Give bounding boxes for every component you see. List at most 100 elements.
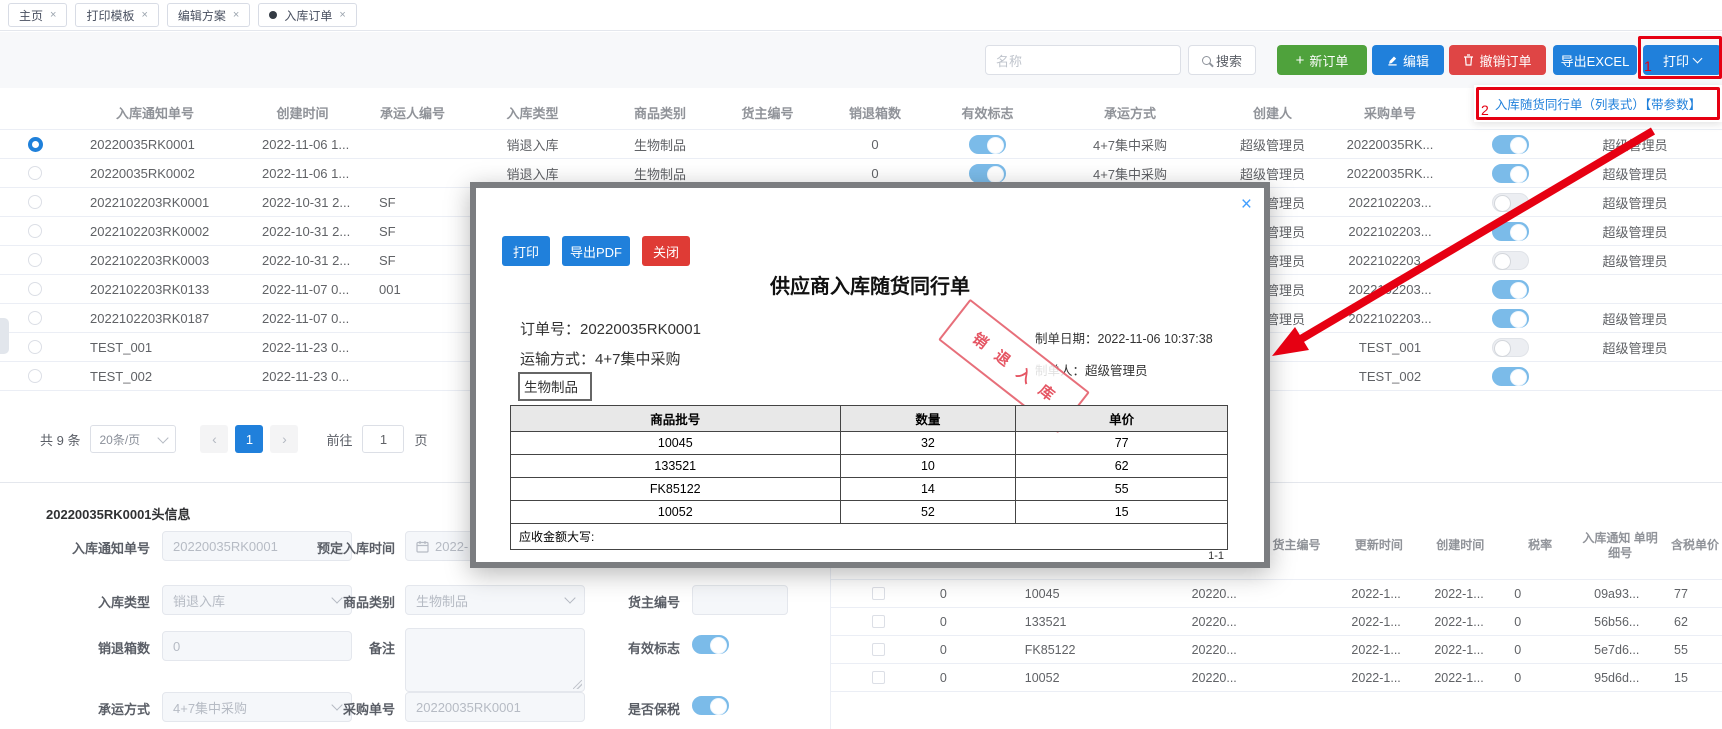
detail-cell: 2022-1... — [1434, 586, 1484, 601]
print-button[interactable]: 打印 — [1643, 45, 1721, 75]
orders-cell: 超级管理员 — [1602, 340, 1668, 356]
detail-cell: 62 — [1674, 614, 1688, 629]
flag-toggle[interactable] — [1491, 221, 1529, 241]
resize-handle-icon[interactable] — [573, 680, 582, 689]
row-radio[interactable] — [28, 195, 42, 209]
row-radio[interactable] — [28, 369, 42, 383]
modal-print-button[interactable]: 打印 — [502, 236, 550, 266]
orders-cell — [1450, 275, 1570, 303]
cancel-order-button[interactable]: 撤销订单 — [1449, 45, 1546, 75]
detail-cell — [1256, 580, 1338, 607]
document-title: 供应商入库随货同行单 — [770, 276, 970, 298]
orders-cell — [1450, 217, 1570, 245]
detail-row[interactable]: 0 FK85122 20220... 2022-1... 2022-1... 0 5e7d6… — [831, 636, 1722, 664]
doc-item-row: 133521 10 62 — [510, 454, 1228, 478]
goto-page-input[interactable]: 1 — [362, 425, 405, 453]
valid-toggle[interactable] — [969, 134, 1006, 154]
tab-print-template[interactable]: 打印模板 × — [75, 3, 159, 27]
modal-close-button[interactable]: 关闭 — [642, 236, 690, 266]
close-icon[interactable]: × — [141, 9, 147, 21]
detail-cell — [1256, 664, 1338, 691]
close-icon[interactable]: × — [50, 9, 56, 21]
row-radio[interactable] — [27, 136, 43, 152]
flag-toggle[interactable] — [1491, 308, 1529, 328]
flag-toggle[interactable] — [1491, 337, 1529, 357]
row-checkbox[interactable] — [871, 671, 885, 684]
table-row[interactable]: 20220035RK0001 2022-11-06 1... 销退入库 生物制品 0 4+… — [0, 130, 1722, 159]
print-menu-item[interactable]: 入库随货同行单（列表式）【带参数】 — [1474, 85, 1722, 122]
orders-cell — [0, 362, 70, 390]
flag-toggle[interactable] — [1491, 192, 1529, 212]
prev-page-button[interactable]: ‹ — [200, 425, 229, 453]
valid-toggle[interactable] — [969, 163, 1006, 183]
owner-no-label: 货主编号 — [627, 595, 680, 610]
detail-cell: 10052 — [1024, 670, 1060, 685]
detail-cell: 56b56... — [1594, 614, 1640, 629]
row-radio[interactable] — [28, 282, 42, 296]
search-input[interactable]: 名称 — [985, 45, 1181, 75]
row-checkbox[interactable] — [871, 587, 885, 600]
tab-edit-plan[interactable]: 编辑方案 × — [166, 3, 251, 27]
row-radio[interactable] — [28, 224, 42, 238]
doc-item-cell: 52 — [839, 500, 1017, 524]
owner-no-input[interactable] — [692, 585, 788, 615]
orders-cell — [1450, 130, 1570, 158]
orders-cell — [365, 333, 460, 361]
row-radio[interactable] — [28, 311, 42, 325]
tab-home[interactable]: 主页 × — [8, 3, 68, 27]
flag-toggle[interactable] — [1491, 250, 1529, 270]
orders-cell — [0, 217, 70, 245]
row-radio[interactable] — [28, 166, 42, 180]
row-checkbox[interactable] — [871, 643, 885, 656]
detail-row[interactable]: 0 133521 20220... 2022-1... 2022-1... 0 56b56.… — [831, 608, 1722, 636]
page-size-select[interactable]: 20条/页 — [90, 425, 177, 453]
bonded-toggle[interactable] — [692, 696, 729, 715]
orders-cell — [0, 130, 70, 158]
flag-toggle[interactable] — [1491, 163, 1529, 183]
orders-cell — [0, 333, 70, 361]
orders-cell: 超级管理员 — [1602, 166, 1668, 182]
search-button[interactable]: 搜索 — [1188, 45, 1256, 75]
close-icon[interactable]: × — [233, 9, 239, 21]
print-label: 打印 — [1662, 53, 1689, 69]
edit-icon — [1388, 55, 1397, 66]
close-icon[interactable]: × — [1241, 194, 1252, 216]
new-order-button[interactable]: + 新订单 — [1277, 45, 1367, 75]
orders-cell: 001 — [379, 281, 401, 297]
detail-cell: 2022-1... — [1351, 586, 1401, 601]
pagination: 共 9 条 20条/页 ‹ 1 › 前往 1 页 — [40, 424, 428, 454]
doc-col-header: 单价 — [1015, 405, 1228, 432]
orders-cell: 2022102203... — [1348, 281, 1432, 297]
detail-cell: 77 — [1674, 586, 1688, 601]
flag-toggle[interactable] — [1491, 366, 1529, 386]
search-placeholder: 名称 — [996, 53, 1023, 69]
doc-item-row: 10052 52 15 — [510, 500, 1228, 524]
row-checkbox[interactable] — [871, 615, 885, 628]
tab-inbound-orders[interactable]: 入库订单 × — [258, 3, 357, 27]
detail-col-header: 更新时间 — [1354, 538, 1403, 552]
export-excel-button[interactable]: 导出EXCEL — [1553, 45, 1637, 75]
panel-collapse-handle[interactable] — [0, 318, 9, 354]
detail-cell: 0 — [939, 586, 947, 601]
flag-toggle[interactable] — [1491, 134, 1529, 154]
row-radio[interactable] — [28, 340, 42, 354]
planned-time-value: 2022- — [435, 538, 469, 554]
tab-label: 入库订单 — [284, 8, 333, 23]
detail-row[interactable]: 0 10052 20220... 2022-1... 2022-1... 0 95d6d..… — [831, 664, 1722, 692]
doc-item-cell: 14 — [839, 477, 1017, 501]
trash-icon — [1464, 54, 1474, 66]
page-1-button[interactable]: 1 — [235, 425, 264, 453]
detail-row[interactable]: 0 10045 20220... 2022-1... 2022-1... 0 09a93..… — [831, 580, 1722, 608]
flag-toggle[interactable] — [1491, 279, 1529, 299]
next-page-button[interactable]: › — [270, 425, 299, 453]
orders-cell: 2022-10-31 2... — [262, 252, 351, 268]
search-icon — [1201, 55, 1211, 65]
row-radio[interactable] — [28, 253, 42, 267]
inbound-type-value: 销退入库 — [173, 593, 226, 609]
edit-button[interactable]: 编辑 — [1372, 45, 1444, 75]
doc-col-header: 商品批号 — [510, 405, 841, 432]
doc-page-indicator: 1-1 — [1208, 550, 1224, 562]
valid-flag-toggle[interactable] — [692, 635, 729, 654]
close-icon[interactable]: × — [339, 9, 345, 21]
modal-export-pdf-button[interactable]: 导出PDF — [562, 236, 630, 266]
